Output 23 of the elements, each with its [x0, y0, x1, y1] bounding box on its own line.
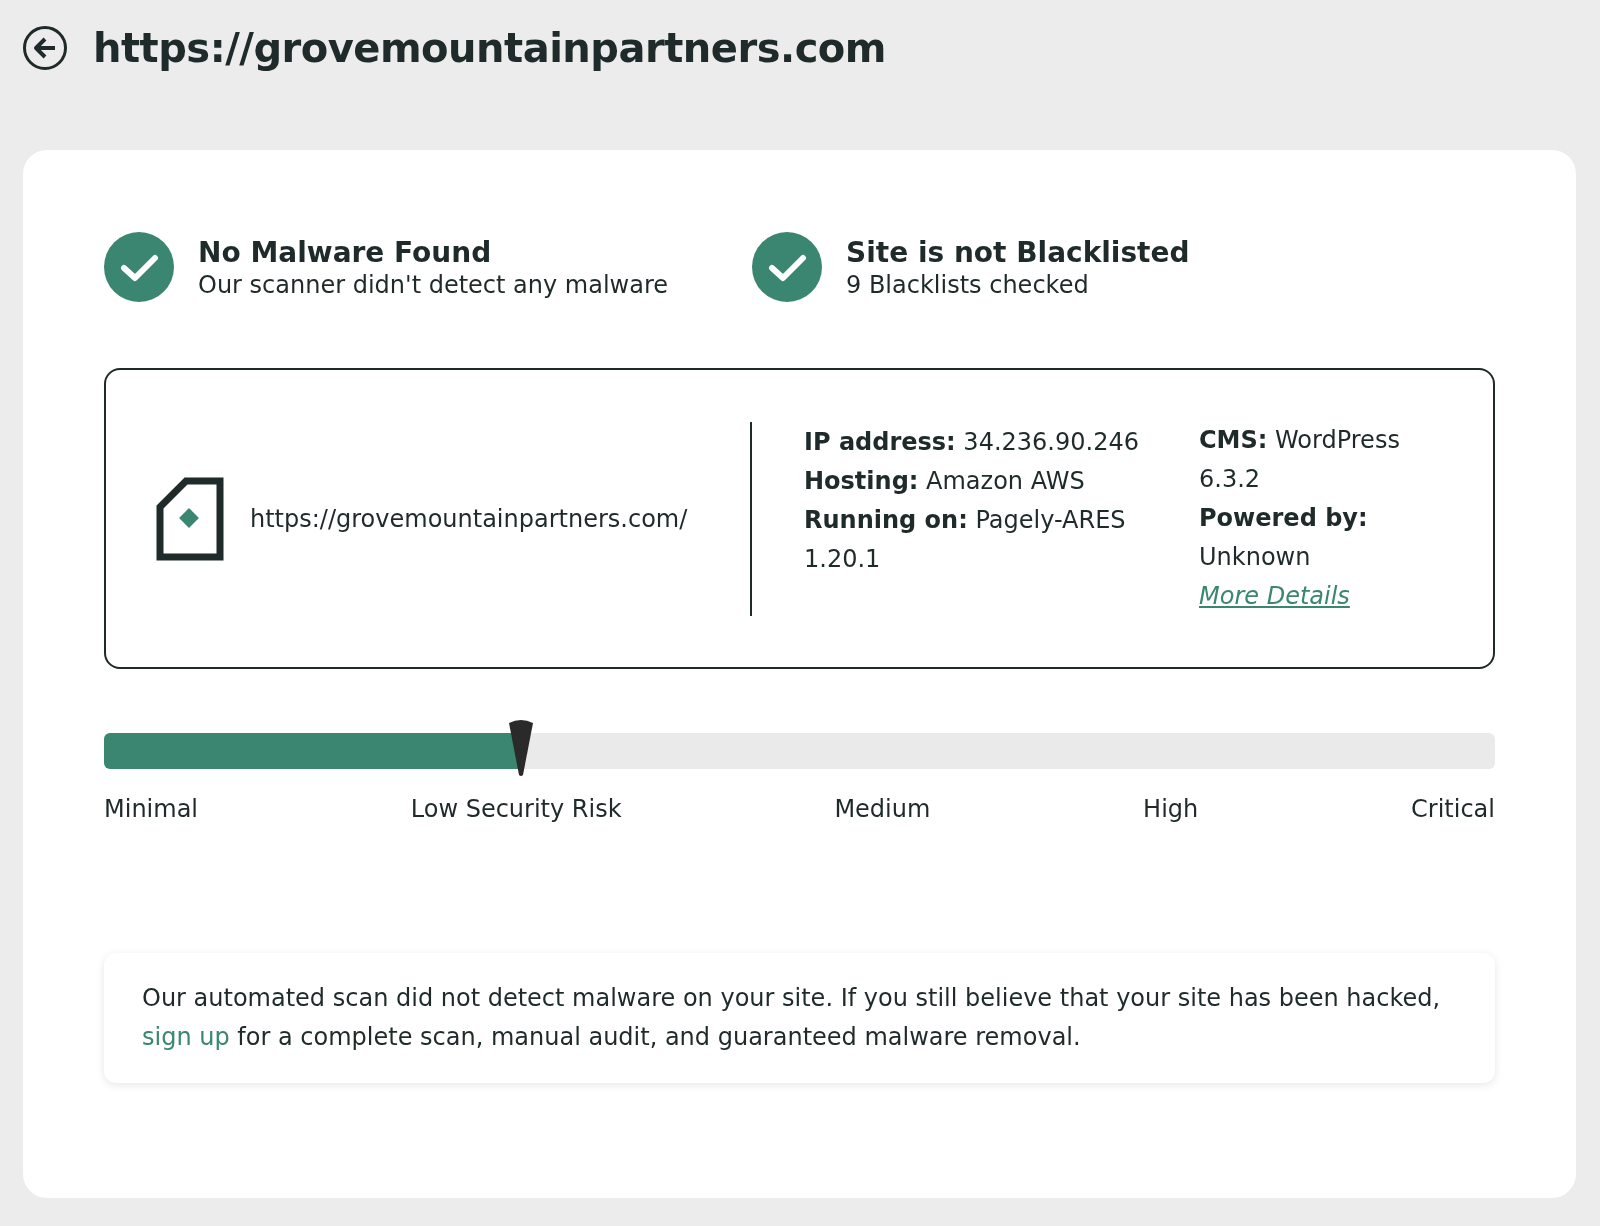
status-subtitle: Our scanner didn't detect any malware — [198, 270, 669, 299]
page-diamond-icon — [156, 476, 224, 561]
more-details-link[interactable]: More Details — [1199, 582, 1350, 610]
site-url: https://grovemountainpartners.com/ — [250, 504, 688, 533]
status-title: No Malware Found — [198, 235, 493, 269]
site-detail: Powered by: Unknown — [1199, 503, 1369, 573]
site-detail: IP address: 34.236.90.246 — [804, 426, 1140, 458]
site-detail: Running on: Pagely-ARES 1.20.1 — [804, 504, 1127, 575]
risk-level-label: Medium — [834, 795, 931, 823]
sign-up-link[interactable]: sign up — [142, 1023, 230, 1051]
note-text: Our automated scan did not detect malware on your site. If you still believe that your site has been hacked, sign up for a complete scan, manual audit, and guaranteed malware removal. — [142, 983, 1442, 1053]
needle-icon — [507, 719, 536, 777]
site-detail: Hosting: Amazon AWS — [804, 465, 1086, 497]
status-title: Site is not Blacklisted — [846, 235, 1190, 269]
back-button[interactable] — [23, 26, 67, 70]
risk-level-label: Minimal — [104, 795, 198, 823]
risk-level-label: High — [1143, 795, 1199, 823]
risk-level-label: Critical — [1411, 795, 1495, 823]
status-subtitle: 9 Blacklists checked — [846, 270, 1090, 299]
site-detail: CMS: WordPress 6.3.2 — [1199, 425, 1401, 495]
risk-level-label: Low Security Risk — [410, 795, 622, 823]
page-title: https://grovemountainpartners.com — [93, 25, 886, 71]
back-arrow-icon — [33, 37, 57, 59]
